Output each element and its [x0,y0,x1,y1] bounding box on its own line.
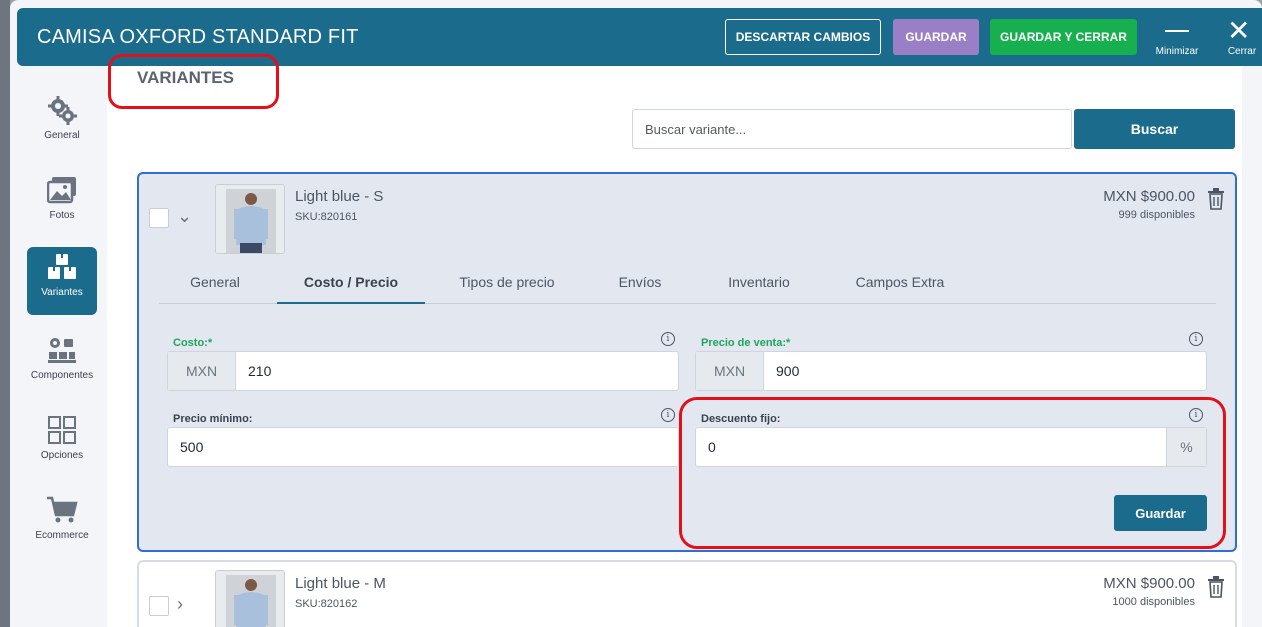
boxes-icon [27,247,97,287]
info-icon[interactable]: i [661,408,675,422]
sidebar-item-variantes[interactable]: Variantes [27,247,97,315]
trash-icon[interactable] [1207,188,1225,215]
currency-prefix: MXN [696,352,764,390]
variant-search-input[interactable] [632,109,1072,149]
backdrop-left [0,0,10,627]
sale-price-field[interactable]: MXN 900 [695,351,1207,391]
variant-price: MXN $900.00 [1103,188,1195,205]
trash-icon[interactable] [1207,576,1225,603]
search-button[interactable]: Buscar [1074,109,1235,149]
variant-stock: 999 disponibles [1118,209,1195,221]
tab-campos-extra[interactable]: Campos Extra [845,274,955,290]
tab-general[interactable]: General [169,274,261,290]
tab-envios[interactable]: Envíos [609,274,671,290]
sale-price-label: Precio de venta:* [701,337,791,349]
variant-name: Light blue - S [295,188,384,205]
cost-field[interactable]: MXN 210 [167,351,679,391]
variant-sku: SKU:820161 [295,211,358,223]
minimize-label: Minimizar [1155,46,1199,57]
minimize-button[interactable]: Minimizar [1147,16,1207,57]
sidebar-label: Componentes [30,370,94,381]
sidebar-label: General [44,130,80,141]
annotation-highlight [679,397,1226,549]
photos-icon [17,170,107,210]
discard-changes-button[interactable]: DESCARTAR CAMBIOS [725,19,881,55]
close-button[interactable]: ✕ Cerrar [1217,15,1262,58]
min-price-field[interactable]: 500 [167,427,679,467]
sidebar-item-fotos[interactable]: Fotos [17,170,107,238]
sidebar-label: Fotos [49,210,75,221]
info-icon[interactable]: i [661,332,675,346]
save-and-close-button[interactable]: GUARDAR Y CERRAR [990,19,1137,55]
sidebar-item-opciones[interactable]: Opciones [17,410,107,478]
variant-price: MXN $900.00 [1103,575,1195,592]
components-icon [17,330,107,370]
annotation-highlight [108,54,279,109]
close-icon: ✕ [1227,15,1251,46]
main-content: VARIANTES Buscar ⌄ Light blue - S SKU:82… [107,54,1242,627]
variant-checkbox[interactable] [149,596,169,616]
sidebar-label: Variantes [41,287,83,298]
sidebar-label: Opciones [40,450,84,461]
currency-prefix: MXN [168,352,236,390]
chevron-right-icon[interactable]: › [177,594,183,615]
variant-thumbnail [215,184,285,254]
minimize-icon [1165,30,1189,32]
cost-label: Costo:* [173,337,213,349]
variant-stock: 1000 disponibles [1112,596,1195,608]
variant-sku: SKU:820162 [295,598,358,610]
tab-costo-precio[interactable]: Costo / Precio [277,274,425,290]
cart-icon [17,490,107,530]
product-title: CAMISA OXFORD STANDARD FIT [37,26,359,48]
tab-tipos-de-precio[interactable]: Tipos de precio [449,274,565,290]
sidebar-item-componentes[interactable]: Componentes [17,330,107,398]
sidebar-item-general[interactable]: General [17,90,107,158]
sidebar-item-ecommerce[interactable]: Ecommerce [17,490,107,558]
grid-icon [17,410,107,450]
gears-icon [17,90,107,130]
info-icon[interactable]: i [1189,332,1203,346]
variant-checkbox[interactable] [149,208,169,228]
sidebar-label: Ecommerce [35,530,89,541]
tab-inventario[interactable]: Inventario [715,274,803,290]
active-tab-indicator [277,302,425,304]
cost-value: 210 [248,363,272,379]
variant-thumbnail [215,570,285,627]
min-price-value: 500 [180,439,204,455]
save-button[interactable]: GUARDAR [893,19,979,55]
close-label: Cerrar [1227,46,1257,57]
variant-card: › Light blue - M SKU:820162 MXN $900.00 … [137,560,1237,627]
editor-sidebar: General Fotos Variantes Componentes Opci… [17,66,107,627]
variant-card: ⌄ Light blue - S SKU:820161 MXN $900.00 … [137,172,1237,552]
sale-price-value: 900 [776,363,800,379]
chevron-down-icon[interactable]: ⌄ [177,206,192,227]
min-price-label: Precio mínimo: [173,413,253,425]
variant-name: Light blue - M [295,575,386,592]
variant-tabs: General Costo / Precio Tipos de precio E… [159,264,1216,304]
